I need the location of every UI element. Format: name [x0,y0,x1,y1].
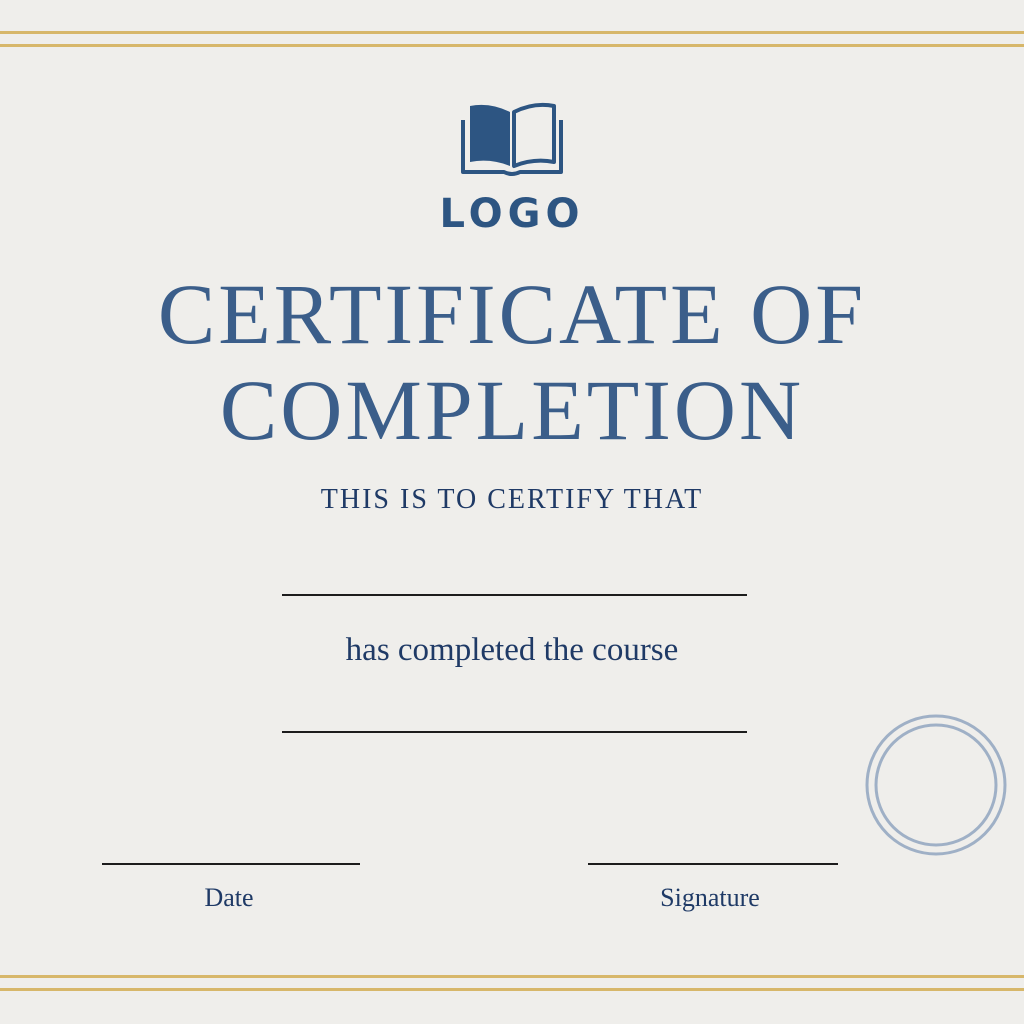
date-line [102,863,360,865]
recipient-name-line [282,594,747,596]
completion-statement: has completed the course [345,632,679,668]
signature-line [588,863,838,865]
bottom-border-inner [0,975,1024,978]
top-border-outer [0,31,1024,34]
certificate-title-line-2: COMPLETION [219,362,805,458]
open-book-icon [461,102,563,176]
top-border-inner [0,44,1024,47]
certificate-title-line-1: CERTIFICATE OF [157,266,867,362]
certify-statement: THIS IS TO CERTIFY THAT [320,484,704,515]
bottom-border-outer [0,988,1024,991]
seal-emblem [865,714,1007,856]
logo-text: LOGO [439,191,585,237]
certificate: LOGO CERTIFICATE OF COMPLETION THIS IS T… [0,0,1024,1024]
date-label: Date [204,883,254,912]
course-name-line [282,731,747,733]
signature-label: Signature [660,883,760,912]
